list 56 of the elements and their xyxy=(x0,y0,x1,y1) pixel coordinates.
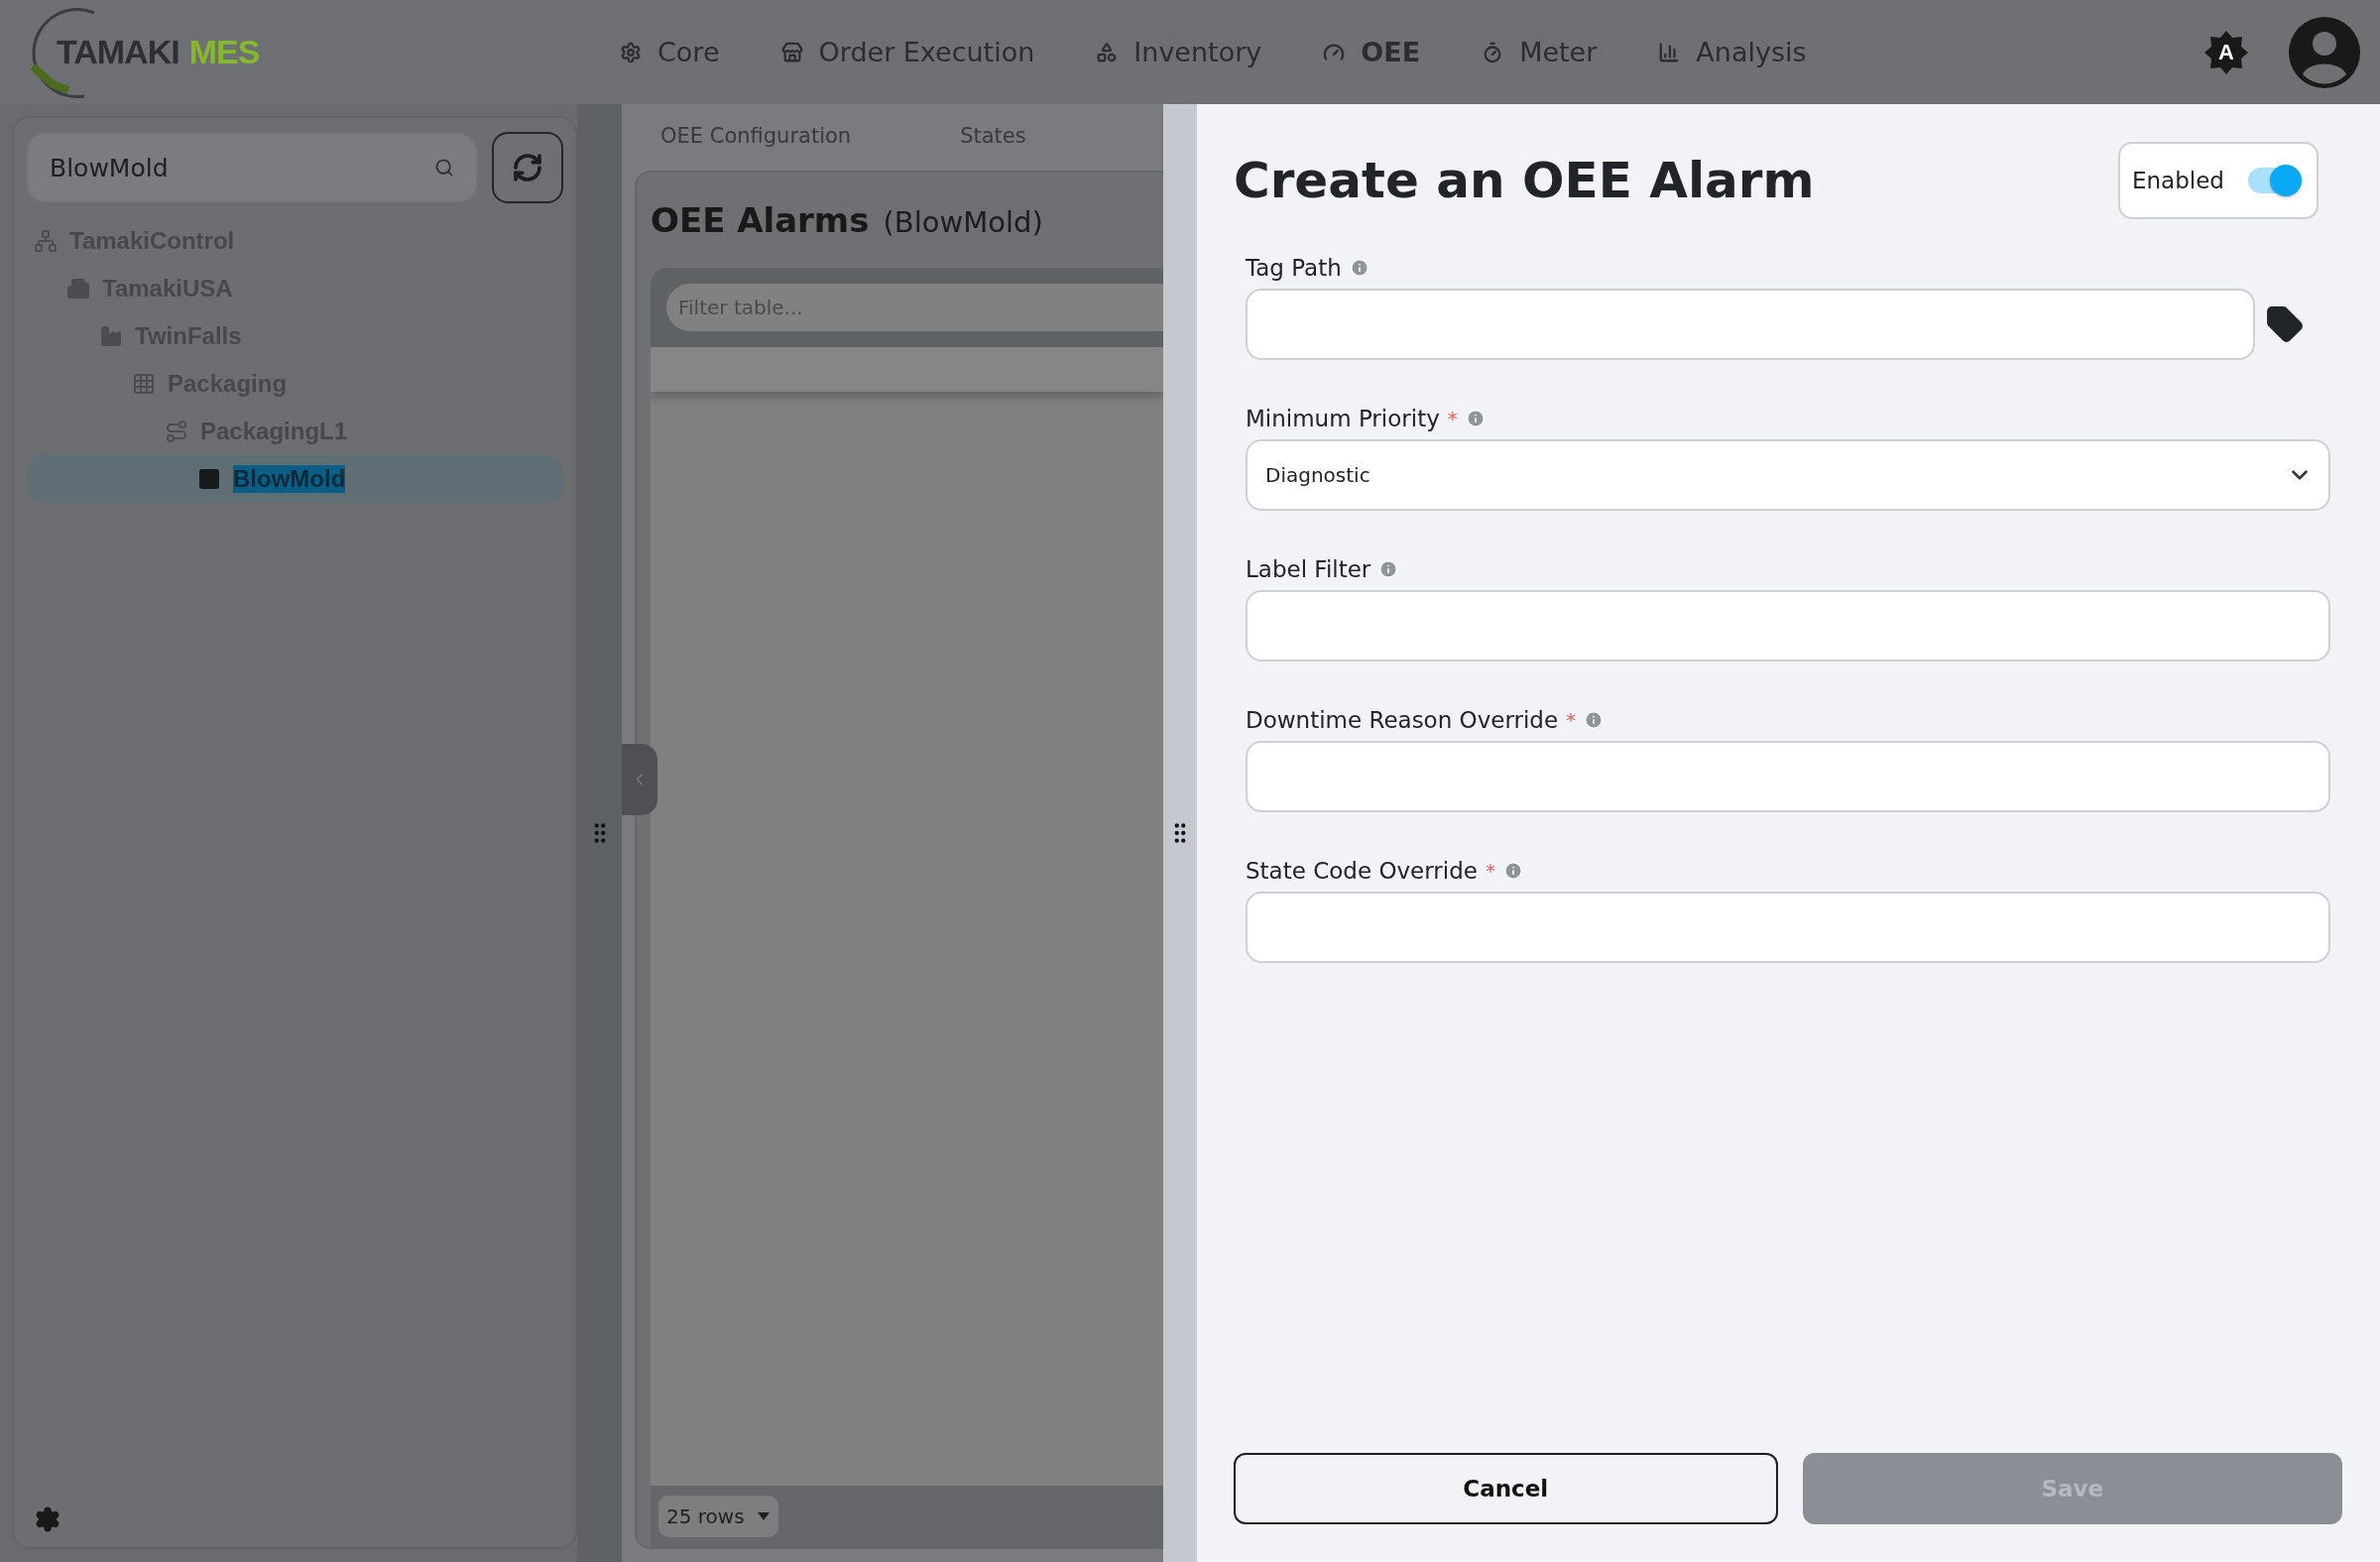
required-mark: * xyxy=(1485,859,1495,883)
input-field[interactable] xyxy=(1246,289,2255,360)
bar-chart-icon xyxy=(1658,41,1681,63)
input-field[interactable] xyxy=(1246,590,2330,661)
factory-icon xyxy=(99,324,123,348)
field-label: Minimum Priority xyxy=(1246,406,1440,431)
square-icon xyxy=(197,467,221,491)
search-icon[interactable] xyxy=(434,158,454,178)
info-icon[interactable] xyxy=(1465,409,1486,428)
input-field[interactable] xyxy=(1246,892,2330,963)
field-label: Label Filter xyxy=(1246,556,1371,582)
select-field[interactable]: Diagnostic xyxy=(1246,439,2330,511)
settings-icon[interactable] xyxy=(34,1505,61,1533)
network-icon xyxy=(34,229,58,253)
avatar-icon[interactable] xyxy=(2289,16,2360,88)
info-icon[interactable] xyxy=(1349,258,1369,278)
nav-link[interactable]: Inventory xyxy=(1096,37,1262,67)
nav-link[interactable]: Analysis xyxy=(1658,37,1807,67)
drawer-title: Create an OEE Alarm xyxy=(1234,152,1815,209)
info-icon[interactable] xyxy=(1502,861,1523,881)
button[interactable]: Cancel xyxy=(1234,1453,1778,1524)
gear-icon xyxy=(620,41,642,63)
info-icon[interactable] xyxy=(1378,559,1399,579)
selected-tree-item[interactable]: BlowMold xyxy=(26,455,563,503)
logo-text: TAMAKI xyxy=(57,33,179,71)
panel-subtitle: (BlowMold) xyxy=(883,205,1043,239)
theme-badge[interactable]: A xyxy=(2203,29,2249,75)
nav-link[interactable]: Core xyxy=(620,37,720,67)
rows-per-page-select[interactable]: 25 rows xyxy=(658,1496,778,1537)
grid-icon xyxy=(132,372,156,396)
tab[interactable]: OEE Configuration xyxy=(660,124,852,151)
nav-link[interactable]: OEE xyxy=(1323,37,1421,67)
refresh-icon xyxy=(512,152,543,183)
field-label: Downtime Reason Override xyxy=(1246,707,1559,733)
tab[interactable]: States xyxy=(960,124,1026,151)
tree-item[interactable]: BlowMold xyxy=(233,465,346,493)
caret-icon xyxy=(756,1511,771,1521)
shapes-icon xyxy=(1096,41,1119,63)
collapse-button[interactable] xyxy=(622,744,657,815)
route-icon xyxy=(165,420,188,443)
enabled-switch[interactable] xyxy=(2247,168,2300,193)
required-mark: * xyxy=(1566,708,1577,732)
search-field[interactable]: BlowMold xyxy=(26,132,478,203)
nav-link[interactable]: Order Execution xyxy=(780,37,1035,67)
info-icon[interactable] xyxy=(1584,710,1605,730)
field-label: State Code Override xyxy=(1246,858,1478,884)
store-icon xyxy=(780,41,803,63)
input-field[interactable] xyxy=(1246,741,2330,812)
field-label: Tag Path xyxy=(1246,255,1342,281)
tag-icon[interactable] xyxy=(2265,304,2305,344)
nav-link[interactable]: Meter xyxy=(1482,37,1598,67)
panel-title: OEE Alarms xyxy=(651,200,870,240)
toggle-label: Enabled xyxy=(2132,168,2224,193)
refresh-button[interactable] xyxy=(492,132,563,203)
logo-text: MES xyxy=(188,33,260,71)
required-mark: * xyxy=(1447,407,1458,430)
